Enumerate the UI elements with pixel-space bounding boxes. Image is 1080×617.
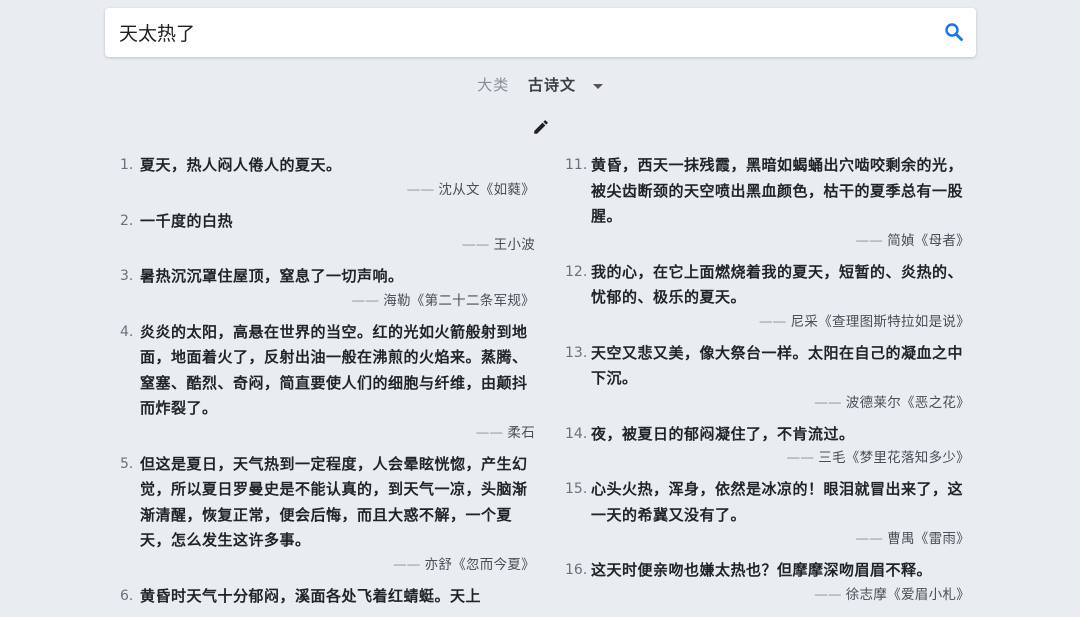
quote-line: 13. 天空又悲又美，像大祭台一样。太阳在自己的凝血之中下沉。 [565,341,970,392]
quote-line: 2. 一千度的白热 [120,209,535,235]
category-label: 大类 [477,76,510,94]
source-dash: —— [461,237,490,253]
source-name: 曹禺《雷雨》 [887,531,970,547]
source-name: 简媜《母者》 [887,232,970,249]
source-dash: —— [406,181,435,198]
quote-line: 5. 但这是夏日，天气热到一定程度，人会晕眩恍惚，产生幻觉，所以夏日罗曼史是不能认… [120,452,535,554]
quote-item[interactable]: 11. 黄昏，西天一抹残霞，黑暗如蝎蛹出穴啮咬剩余的光，被尖齿断颈的天空喷出黑血颜… [565,153,970,252]
quote-text: 夜，被夏日的郁闷凝住了，不肯流过。 [591,424,855,443]
source-dash: —— [758,313,787,330]
quote-number: 14. [565,425,588,442]
quote-source: —— 王小波 [120,234,535,256]
quote-number: 11. [565,157,588,173]
quote-line: 15. 心头火热，浑身，依然是冰凉的！眼泪就冒出来了，这一天的希冀又没有了。 [565,477,970,528]
source-dash: —— [855,531,884,547]
quote-number: 6. [120,587,134,604]
quote-text: 炎炎的太阳，高悬在世界的当空。红的光如火箭般射到地面，地面着火了，反射出油一般在… [140,322,528,418]
quote-line: 12. 我的心，在它上面燃烧着我的夏天，短暂的、炎热的、忧郁的、极乐的夏天。 [565,260,970,311]
quote-line: 11. 黄昏，西天一抹残霞，黑暗如蝎蛹出穴啮咬剩余的光，被尖齿断颈的天空喷出黑血颜… [565,153,970,230]
quote-source: —— 徐志摩《爱眉小札》 [565,584,970,606]
search-input[interactable] [119,8,919,57]
source-dash: —— [814,394,842,411]
quote-line: 16. 这天时便亲吻也嫌太热也？但摩摩深吻眉眉不释。 [565,558,970,584]
quote-number: 16. [565,562,588,578]
category-selector[interactable]: 大类 古诗文 [0,74,1080,95]
search-icon[interactable] [942,20,966,44]
quote-source: —— 尼采《查理图斯特拉如是说》 [565,311,970,333]
quote-item[interactable]: 14. 夜，被夏日的郁闷凝住了，不肯流过。 —— 三毛《梦里花落知多少》 [565,422,970,470]
quote-number: 2. [120,212,134,229]
source-name: 波德莱尔《恶之花》 [845,394,970,411]
quote-item[interactable]: 6. 黄昏时天气十分郁闷，溪面各处飞着红蜻蜓。天上 [120,584,535,610]
source-name: 亦舒《忽而今夏》 [424,556,535,573]
quote-text: 黄昏，西天一抹残霞，黑暗如蝎蛹出穴啮咬剩余的光，被尖齿断颈的天空喷出黑血颜色，枯… [591,156,964,225]
source-name: 沈从文《如蕤》 [438,181,535,198]
quote-column-right: 11. 黄昏，西天一抹残霞，黑暗如蝎蛹出穴啮咬剩余的光，被尖齿断颈的天空喷出黑血颜… [565,153,970,614]
source-name: 徐志摩《爱眉小札》 [845,586,970,603]
quote-item[interactable]: 3. 暑热沉沉罩住屋顶，窒息了一切声响。 —— 海勒《第二十二条军规》 [120,264,535,312]
source-name: 三毛《梦里花落知多少》 [818,450,970,466]
quote-item[interactable]: 4. 炎炎的太阳，高悬在世界的当空。红的光如火箭般射到地面，地面着火了，反射出油一… [120,320,535,444]
quote-text: 但这是夏日，天气热到一定程度，人会晕眩恍惚，产生幻觉，所以夏日罗曼史是不能认真的… [140,454,528,550]
quote-line: 14. 夜，被夏日的郁闷凝住了，不肯流过。 [565,422,970,448]
quote-item[interactable]: 12. 我的心，在它上面燃烧着我的夏天，短暂的、炎热的、忧郁的、极乐的夏天。 —— 尼… [565,260,970,333]
quote-source: —— 波德莱尔《恶之花》 [565,392,970,414]
source-dash: —— [855,232,884,249]
quote-number: 3. [120,268,134,284]
quote-item[interactable]: 1. 夏天，热人闷人倦人的夏天。 —— 沈从文《如蕤》 [120,153,535,201]
source-name: 海勒《第二十二条军规》 [383,292,535,309]
quote-text: 我的心，在它上面燃烧着我的夏天，短暂的、炎热的、忧郁的、极乐的夏天。 [591,262,964,307]
quote-number: 1. [120,157,134,173]
quote-text: 这天时便亲吻也嫌太热也？但摩摩深吻眉眉不释。 [591,561,933,579]
quote-line: 3. 暑热沉沉罩住屋顶，窒息了一切声响。 [120,264,535,290]
quote-number: 12. [565,263,588,280]
quote-item[interactable]: 2. 一千度的白热 —— 王小波 [120,209,535,257]
quote-text: 一千度的白热 [140,211,234,230]
quote-text: 心头火热，浑身，依然是冰凉的！眼泪就冒出来了，这一天的希冀又没有了。 [591,480,964,524]
quote-source: —— 简媜《母者》 [565,230,970,252]
quote-source: —— 亦舒《忽而今夏》 [120,554,535,576]
category-value[interactable]: 古诗文 [528,76,576,94]
source-dash: —— [392,556,421,573]
quote-text: 夏天，热人闷人倦人的夏天。 [140,156,342,174]
quote-line: 4. 炎炎的太阳，高悬在世界的当空。红的光如火箭般射到地面，地面着火了，反射出油一… [120,320,535,422]
quote-number: 15. [565,481,588,497]
quote-source: —— 曹禺《雷雨》 [565,528,970,550]
quote-line: 6. 黄昏时天气十分郁闷，溪面各处飞着红蜻蜓。天上 [120,584,535,610]
quote-line: 1. 夏天，热人闷人倦人的夏天。 [120,153,535,179]
source-dash: —— [786,450,815,466]
quote-source: —— 柔石 [120,422,535,444]
search-bar [105,8,976,57]
source-name: 王小波 [493,237,535,253]
quote-number: 4. [120,323,134,340]
quote-source: —— 沈从文《如蕤》 [120,179,535,201]
quote-item[interactable]: 13. 天空又悲又美，像大祭台一样。太阳在自己的凝血之中下沉。 —— 波德莱尔《恶之花… [565,341,970,414]
quote-item[interactable]: 16. 这天时便亲吻也嫌太热也？但摩摩深吻眉眉不释。 —— 徐志摩《爱眉小札》 [565,558,970,606]
source-dash: —— [475,424,504,441]
quote-source: —— 三毛《梦里花落知多少》 [565,447,970,469]
source-name: 柔石 [507,424,535,441]
source-dash: —— [814,586,842,603]
quote-number: 5. [120,455,134,472]
quote-item[interactable]: 5. 但这是夏日，天气热到一定程度，人会晕眩恍惚，产生幻觉，所以夏日罗曼史是不能认… [120,452,535,576]
quote-source: —— 海勒《第二十二条军规》 [120,290,535,312]
pencil-icon[interactable] [532,118,550,136]
quote-text: 天空又悲又美，像大祭台一样。太阳在自己的凝血之中下沉。 [591,343,964,388]
quote-number: 13. [565,344,588,361]
source-name: 尼采《查理图斯特拉如是说》 [790,313,970,330]
quote-column-left: 1. 夏天，热人闷人倦人的夏天。 —— 沈从文《如蕤》 2. 一千度的白热 —— 王小波 3. 暑… [120,153,535,617]
source-dash: —— [351,292,380,309]
quote-item[interactable]: 15. 心头火热，浑身，依然是冰凉的！眼泪就冒出来了，这一天的希冀又没有了。 —— 曹… [565,477,970,550]
caret-down-icon[interactable] [592,83,603,89]
quote-text: 暑热沉沉罩住屋顶，窒息了一切声响。 [140,267,404,285]
quote-text: 黄昏时天气十分郁闷，溪面各处飞着红蜻蜓。天上 [140,586,482,605]
